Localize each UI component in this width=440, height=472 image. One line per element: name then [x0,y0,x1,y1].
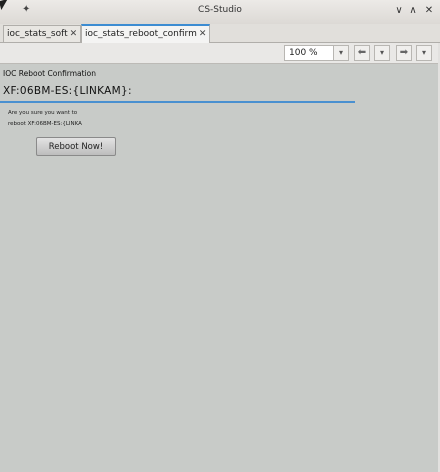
reboot-now-button[interactable]: Reboot Now! [36,137,116,156]
back-button[interactable]: ⬅ [354,45,370,61]
tab-ioc-stats-reboot-confirm[interactable]: ioc_stats_reboot_confirm ✕ [81,24,211,43]
title-underline [0,101,355,103]
window-titlebar: ✦ CS-Studio ∨ ∧ ✕ [0,0,440,25]
tab-close-icon[interactable]: ✕ [199,29,207,39]
message-line-1: Are you sure you want to [8,110,78,116]
zoom-dropdown-icon[interactable]: ▾ [333,45,349,61]
back-history-dropdown-icon[interactable]: ▾ [374,45,390,61]
display-content: IOC Reboot Confirmation XF:06BM-ES:{LINK… [0,64,440,472]
forward-button[interactable]: ➡ [396,45,412,61]
page-title: IOC Reboot Confirmation [3,69,97,78]
minimize-button[interactable]: ∨ [392,3,406,19]
tab-bar: ioc_stats_soft ✕ ioc_stats_reboot_confirm… [0,24,440,43]
display-toolbar: 100 % ▾ ⬅ ▾ ➡ ▾ [0,43,440,64]
pv-name-label: XF:06BM-ES:{LINKAM}: [3,85,132,97]
tab-ioc-stats-soft[interactable]: ioc_stats_soft ✕ [3,25,82,42]
confirmation-message: Are you sure you want to reboot XF:06BM-… [8,108,82,130]
tab-close-icon[interactable]: ✕ [70,29,78,39]
tab-label: ioc_stats_soft [7,29,68,39]
forward-history-dropdown-icon[interactable]: ▾ [416,45,432,61]
tab-label: ioc_stats_reboot_confirm [85,29,197,39]
maximize-button[interactable]: ∧ [406,3,420,19]
zoom-input[interactable]: 100 % [284,45,338,61]
close-window-button[interactable]: ✕ [422,3,436,19]
message-line-2: reboot XF:06BM-ES:{LINKA [8,121,82,127]
window-title: CS-Studio [198,5,242,15]
